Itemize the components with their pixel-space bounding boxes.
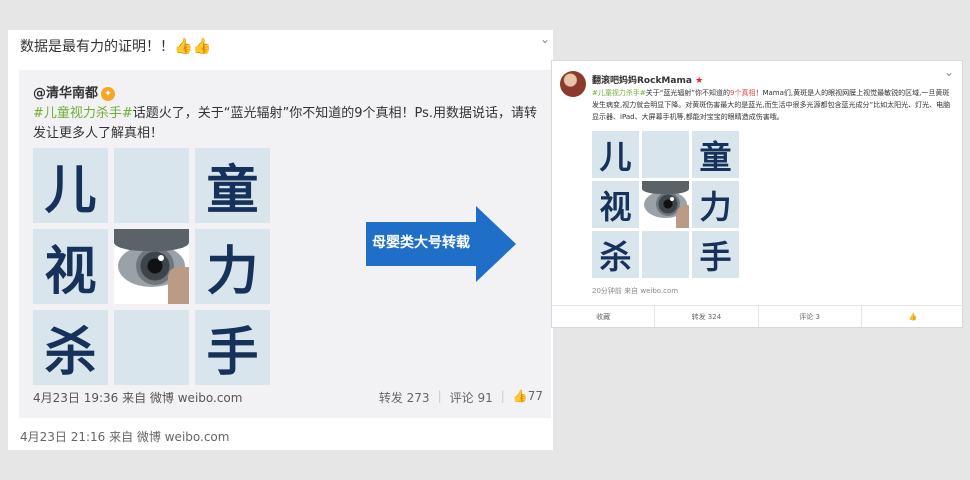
like-icon: 👍 (512, 389, 528, 403)
grid-image[interactable]: 童 (195, 148, 270, 223)
hashtag-link[interactable]: #儿童视力杀手# (592, 89, 646, 97)
right-post-body: #儿童视力杀手#关于“蓝光辐射”你不知道的9个真相！Mama们,黄斑是人的眼视网… (592, 89, 951, 121)
right-weibo-card: 翻滚吧妈妈RockMama ★ ⌄ #儿童视力杀手#关于“蓝光辐射”你不知道的9… (551, 60, 964, 328)
post-time-source[interactable]: 4月23日 21:16 来自 微博 weibo.com (20, 428, 229, 445)
image-grid: 儿 童 视 力 杀 手 (592, 131, 739, 278)
image-grid: 儿 童 视 力 杀 手 (33, 148, 270, 385)
grid-image[interactable]: 手 (692, 231, 739, 278)
repost-button[interactable]: 转发 273 (379, 389, 430, 406)
grid-image[interactable]: 杀 (592, 231, 639, 278)
grid-image[interactable]: 视 (33, 229, 108, 304)
grid-image[interactable] (642, 131, 689, 178)
chevron-down-icon[interactable]: ⌄ (540, 32, 550, 46)
grid-image[interactable]: 视 (592, 181, 639, 228)
comment-button[interactable]: 评论 91 (450, 389, 493, 406)
favorite-button[interactable]: 收藏 (552, 306, 656, 327)
grid-image[interactable]: 手 (195, 310, 270, 385)
repost-time-source[interactable]: 4月23日 19:36 来自 微博 weibo.com (33, 389, 242, 406)
repost-stats: 转发 273 | 评论 91 | 👍77 (378, 389, 543, 406)
right-time-source[interactable]: 20分钟前 来自 weibo.com (592, 286, 678, 296)
eye-image[interactable] (114, 229, 189, 304)
repost-button[interactable]: 转发 324 (655, 306, 759, 327)
action-bar: 收藏 转发 324 评论 3 👍 (552, 305, 964, 327)
hashtag-link[interactable]: #儿童视力杀手# (33, 106, 133, 121)
grid-image[interactable] (114, 310, 189, 385)
star-icon: ★ (695, 76, 704, 86)
comment-button[interactable]: 评论 3 (759, 306, 862, 327)
right-author[interactable]: 翻滚吧妈妈RockMama ★ (592, 73, 703, 86)
grid-image[interactable]: 杀 (33, 310, 108, 385)
grid-image[interactable] (642, 231, 689, 278)
like-button[interactable]: 👍77 (513, 389, 543, 406)
eye-image[interactable] (642, 181, 689, 228)
repost-body: #儿童视力杀手#话题火了，关于“蓝光辐射”你不知道的9个真相！Ps.用数据说话，… (33, 106, 538, 141)
grid-image[interactable]: 童 (692, 131, 739, 178)
grid-image[interactable]: 力 (195, 229, 270, 304)
grid-image[interactable] (114, 148, 189, 223)
like-button[interactable]: 👍 (862, 306, 964, 327)
arrow-graphic: 母婴类大号转载 (366, 206, 516, 282)
avatar[interactable] (560, 71, 586, 97)
chevron-down-icon[interactable]: ⌄ (944, 65, 954, 79)
comment-text: 数据是最有力的证明！！👍👍 (20, 37, 212, 55)
repost-author[interactable]: @清华南都 ✦ (33, 82, 116, 101)
grid-image[interactable]: 力 (692, 181, 739, 228)
grid-image[interactable]: 儿 (592, 131, 639, 178)
thumbs-up-icon: 👍👍 (174, 37, 212, 55)
verified-badge-icon: ✦ (101, 86, 116, 101)
grid-image[interactable]: 儿 (33, 148, 108, 223)
arrow-label: 母婴类大号转载 (372, 235, 470, 251)
